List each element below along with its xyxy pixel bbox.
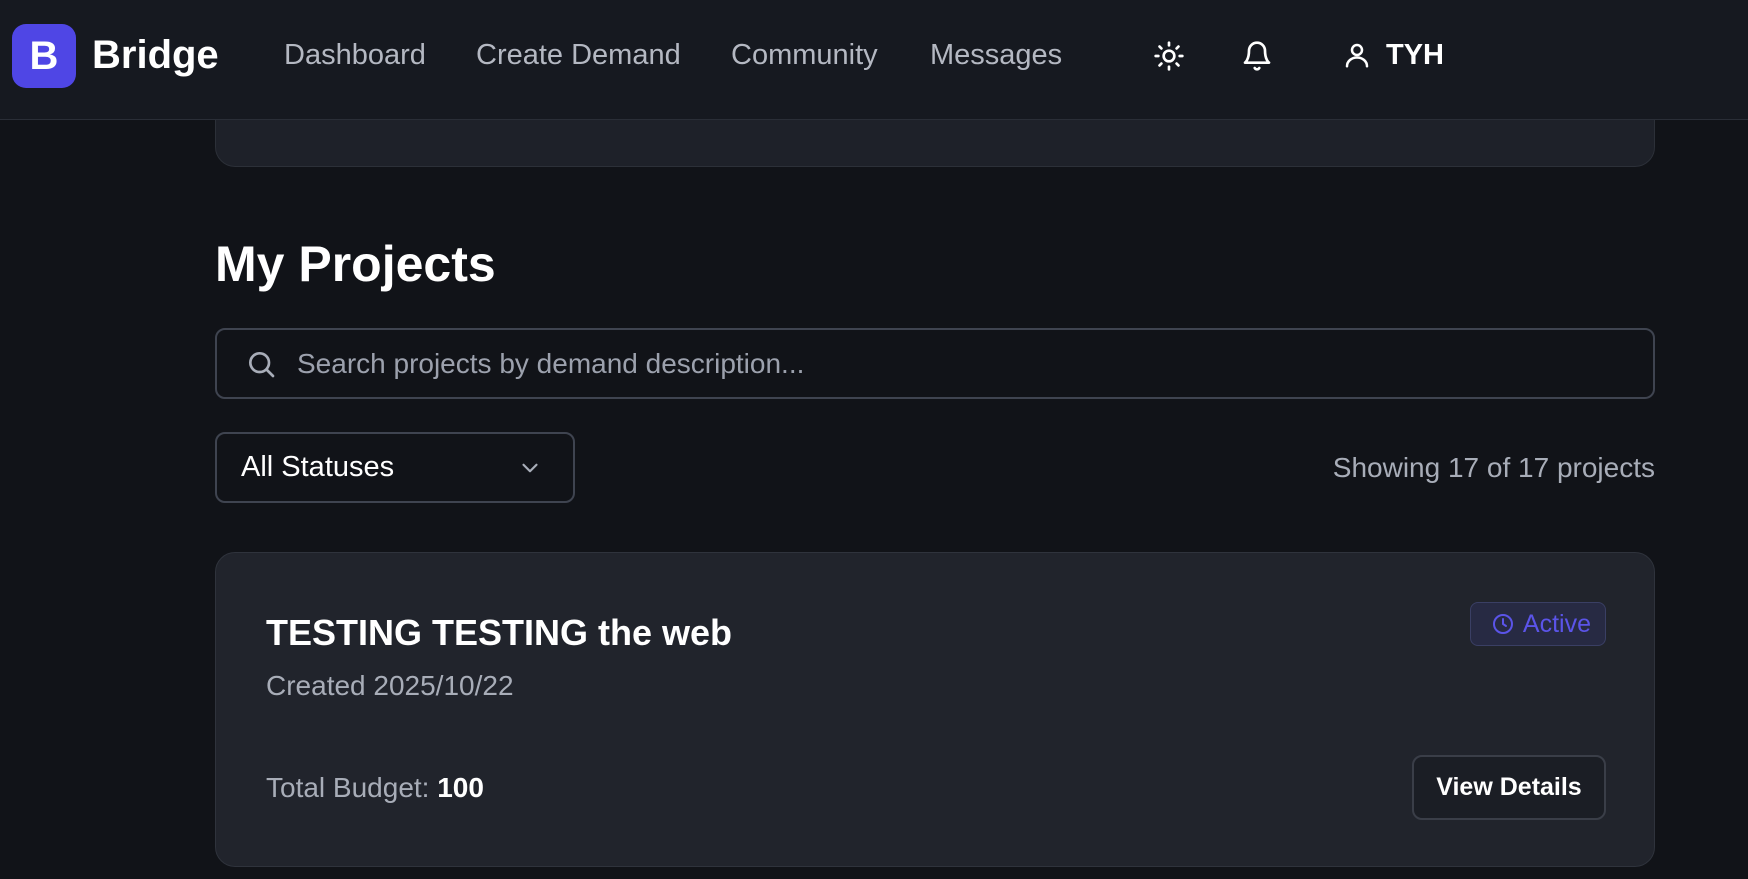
project-card: TESTING TESTING the web Created 2025/10/… bbox=[215, 552, 1655, 867]
budget-label: Total Budget: bbox=[266, 772, 430, 803]
user-name: TYH bbox=[1386, 38, 1444, 71]
nav-dashboard[interactable]: Dashboard bbox=[284, 30, 426, 80]
search-bar bbox=[215, 328, 1655, 399]
user-icon bbox=[1345, 43, 1369, 68]
project-created-date: Created 2025/10/22 bbox=[266, 670, 514, 701]
logo[interactable]: B bbox=[12, 24, 76, 88]
nav-create-demand[interactable]: Create Demand bbox=[476, 30, 681, 80]
sun-icon bbox=[1154, 41, 1184, 71]
nav-messages[interactable]: Messages bbox=[930, 30, 1062, 80]
theme-toggle-button[interactable] bbox=[1149, 36, 1189, 76]
project-title: TESTING TESTING the web bbox=[266, 612, 733, 653]
search-icon bbox=[217, 348, 297, 380]
top-navigation-bar: B Bridge Dashboard Create Demand Communi… bbox=[0, 0, 1748, 120]
status-badge: Active bbox=[1469, 602, 1606, 646]
brand-name[interactable]: Bridge bbox=[92, 30, 219, 80]
status-filter-value: All Statuses bbox=[241, 451, 395, 483]
results-count: Showing 17 of 17 projects bbox=[1332, 452, 1655, 483]
chevron-down-icon bbox=[522, 463, 538, 472]
status-filter-dropdown[interactable]: All Statuses bbox=[215, 432, 575, 503]
view-details-button[interactable]: View Details bbox=[1412, 755, 1606, 820]
bell-icon bbox=[1243, 41, 1271, 71]
notifications-button[interactable] bbox=[1237, 36, 1277, 76]
status-badge-label: Active bbox=[1522, 609, 1591, 638]
page-title: My Projects bbox=[215, 236, 496, 292]
budget-value: 100 bbox=[437, 772, 484, 803]
user-menu[interactable]: TYH bbox=[1342, 30, 1444, 80]
project-budget: Total Budget: 100 bbox=[266, 766, 484, 810]
nav-community[interactable]: Community bbox=[731, 30, 878, 80]
clock-icon bbox=[1492, 614, 1513, 634]
search-input[interactable] bbox=[297, 330, 1653, 397]
